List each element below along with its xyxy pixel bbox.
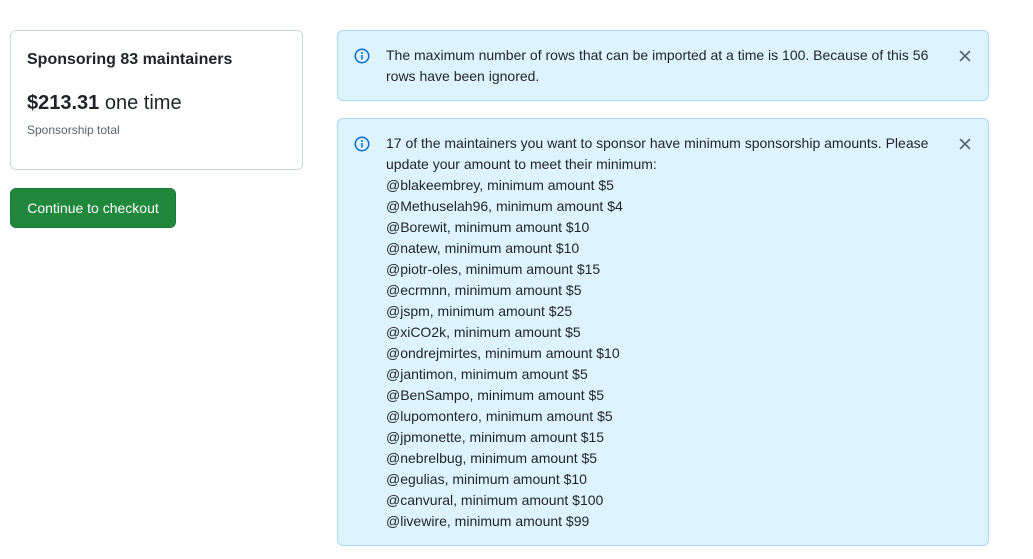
sponsorship-total-amount: $213.31 one time bbox=[27, 92, 182, 115]
list-item: @egulias, minimum amount $10 bbox=[386, 471, 587, 487]
total-amount-value: $213.31 bbox=[27, 92, 100, 114]
list-item: @xiCO2k, minimum amount $5 bbox=[386, 324, 581, 340]
list-item: @canvural, minimum amount $100 bbox=[386, 492, 604, 508]
sponsorship-summary-card: Sponsoring 83 maintainers $213.31 one ti… bbox=[10, 30, 303, 170]
list-item: @piotr-oles, minimum amount $15 bbox=[386, 261, 601, 277]
summary-subtitle: Sponsorship total bbox=[27, 123, 120, 137]
summary-title: Sponsoring 83 maintainers bbox=[27, 51, 233, 68]
list-item: @natew, minimum amount $10 bbox=[386, 240, 580, 256]
list-item: @jspm, minimum amount $25 bbox=[386, 303, 573, 319]
sponsorship-frequency: one time bbox=[104, 92, 182, 114]
list-item: @ondrejmirtes, minimum amount $10 bbox=[386, 345, 620, 361]
list-item: @livewire, minimum amount $99 bbox=[386, 513, 590, 529]
minimum-amounts-alert: 17 of the maintainers you want to sponso… bbox=[337, 118, 989, 546]
info-icon bbox=[354, 136, 370, 152]
list-item: @nebrelbug, minimum amount $5 bbox=[386, 450, 598, 466]
rows-limit-alert: The maximum number of rows that can be i… bbox=[337, 30, 989, 101]
close-icon[interactable] bbox=[956, 47, 974, 65]
list-item: @Borewit, minimum amount $10 bbox=[386, 219, 590, 235]
continue-to-checkout-button[interactable]: Continue to checkout bbox=[10, 188, 176, 228]
list-item: @ecrmnn, minimum amount $5 bbox=[386, 282, 582, 298]
list-item: @blakeembrey, minimum amount $5 bbox=[386, 177, 614, 193]
close-icon[interactable] bbox=[956, 135, 974, 153]
list-item: @Methuselah96, minimum amount $4 bbox=[386, 198, 623, 214]
info-icon bbox=[354, 48, 370, 64]
list-item: @jpmonette, minimum amount $15 bbox=[386, 429, 605, 445]
list-item: @BenSampo, minimum amount $5 bbox=[386, 387, 605, 403]
minimum-amounts-intro: 17 of the maintainers you want to sponso… bbox=[386, 135, 929, 172]
list-item: @jantimon, minimum amount $5 bbox=[386, 366, 588, 382]
minimum-amounts-message: 17 of the maintainers you want to sponso… bbox=[386, 133, 946, 532]
list-item: @lupomontero, minimum amount $5 bbox=[386, 408, 613, 424]
minimum-amounts-list: @blakeembrey, minimum amount $5 @Methuse… bbox=[386, 175, 946, 532]
rows-limit-message: The maximum number of rows that can be i… bbox=[386, 47, 929, 84]
